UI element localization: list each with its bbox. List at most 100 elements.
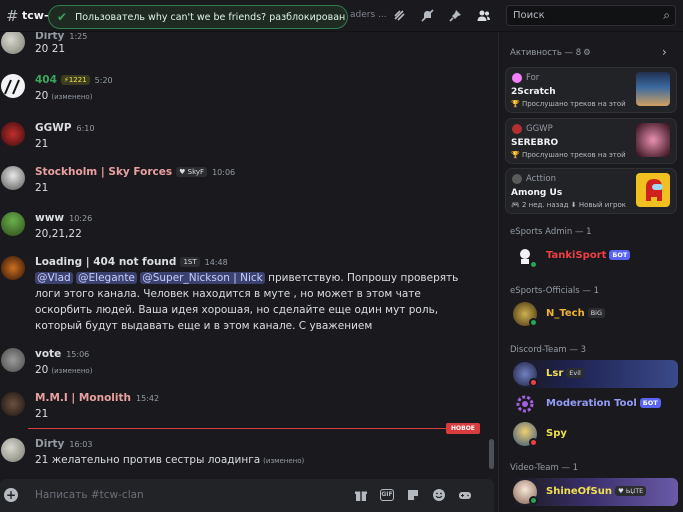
- member-item[interactable]: TankiSport БОТ: [513, 242, 678, 270]
- online-status-icon: [529, 318, 538, 327]
- toast-text: Пользователь why can't we be friends? ра…: [75, 11, 346, 23]
- role-group-header: eSports Admin — 1: [510, 227, 592, 237]
- search-icon: ⌕: [663, 8, 670, 22]
- message: Loading | 404 not found 1ST 14:48 @Vlad @E…: [0, 254, 490, 334]
- gamepad-icon[interactable]: [458, 488, 472, 502]
- check-icon: ✔: [57, 10, 68, 24]
- member-item[interactable]: ShineOfSun ♥ ЬЏТЕ: [513, 478, 678, 506]
- message-text: 20 21: [35, 43, 66, 55]
- message-text: @Vlad @Elegante @Super_Nickson | Nick пр…: [35, 272, 459, 332]
- message: Dirty 16:03 21 желательно против сестры л…: [0, 436, 490, 468]
- header-toolbar: [392, 8, 491, 23]
- activity-user: For: [512, 73, 539, 83]
- member-name: ShineOfSun ♥ ЬЏТЕ: [546, 486, 647, 497]
- chevron-right-icon[interactable]: ›: [662, 45, 667, 59]
- channel-hash-icon: #: [6, 7, 19, 25]
- chat-scrollbar[interactable]: [489, 439, 494, 469]
- search-box[interactable]: ⌕: [506, 5, 676, 26]
- message-text: 20,21,22: [35, 228, 82, 240]
- avatar[interactable]: [1, 74, 25, 98]
- activity-subtitle: 🏆 Прослушано треков на этой: [511, 100, 626, 108]
- message: Stockholm | Sky Forces ♥ SkyF 10:06 21: [0, 164, 490, 196]
- album-art: [636, 72, 670, 106]
- activity-user: GGWP: [512, 124, 553, 134]
- avatar[interactable]: [1, 438, 25, 462]
- avatar[interactable]: [1, 212, 25, 236]
- avatar: [513, 392, 537, 416]
- message-text: 21: [35, 182, 49, 194]
- dnd-status-icon: [529, 378, 538, 387]
- album-art: [636, 123, 670, 157]
- mute-bell-icon[interactable]: [420, 8, 435, 23]
- game-icon: [636, 173, 670, 207]
- activity-title: 2Scratch: [511, 87, 556, 97]
- message-author[interactable]: www 10:26: [35, 212, 92, 224]
- pin-icon[interactable]: [448, 8, 463, 23]
- message-author[interactable]: Dirty 16:03: [35, 438, 92, 450]
- dnd-status-icon: [529, 438, 538, 447]
- user-mention[interactable]: @Elegante: [76, 272, 137, 284]
- user-badge: ♥ SkyF: [176, 167, 208, 177]
- message-input[interactable]: [30, 485, 330, 505]
- top-bar: # tcw-c aders ... ✔ Пользователь why can…: [0, 0, 683, 32]
- avatar[interactable]: [1, 392, 25, 416]
- gift-icon[interactable]: [354, 488, 368, 502]
- member-item[interactable]: Moderation Tool БОТ: [513, 390, 678, 418]
- new-messages-badge: НОВОЕ: [446, 423, 480, 434]
- message-text: 21: [35, 408, 49, 420]
- activity-title: Among Us: [511, 188, 563, 198]
- message: M.M.I | Monolith 15:42 21: [0, 390, 490, 422]
- message-author[interactable]: Loading | 404 not found 1ST 14:48: [35, 256, 228, 268]
- online-status-icon: [529, 496, 538, 505]
- message-text: 20 (изменено): [35, 90, 93, 102]
- avatar: [512, 124, 522, 134]
- gear-icon: ⚙: [583, 48, 591, 58]
- member-item[interactable]: Spy: [513, 420, 678, 448]
- member-name: Moderation Tool БОТ: [546, 398, 661, 409]
- member-name: TankiSport БОТ: [546, 250, 631, 261]
- role-group-header: Video-Team — 1: [510, 463, 579, 473]
- activity-card[interactable]: GGWP SEREBRO 🏆 Прослушано треков на этой: [505, 118, 677, 164]
- avatar[interactable]: [1, 166, 25, 190]
- attach-plus-icon[interactable]: +: [4, 488, 18, 502]
- message: Dirty 1:25 20 21: [0, 32, 490, 58]
- unblock-toast: ✔ Пользователь why can't we be friends? …: [48, 5, 348, 29]
- user-mention[interactable]: @Super_Nickson | Nick: [140, 272, 265, 284]
- user-badge: 1ST: [180, 257, 200, 267]
- message: 404 ⚡1221 5:20 20 (изменено): [0, 72, 490, 104]
- member-item[interactable]: Lsr Evil: [513, 360, 678, 388]
- members-icon[interactable]: [476, 8, 491, 23]
- message-author[interactable]: vote 15:06: [35, 348, 89, 360]
- message-list[interactable]: Dirty 1:25 20 21 404 ⚡1221 5:20 20 (изменено…: [0, 32, 498, 470]
- threads-icon[interactable]: [392, 8, 407, 23]
- online-status-icon: [529, 260, 538, 269]
- message-author[interactable]: GGWP 6:10: [35, 122, 94, 134]
- message-author[interactable]: M.M.I | Monolith 15:42: [35, 392, 159, 404]
- member-item[interactable]: N_Tech BiG: [513, 300, 678, 328]
- user-mention[interactable]: @Vlad: [35, 272, 73, 284]
- activity-subtitle: 🎮 2 нед. назад ⬇ Новый игрок: [511, 201, 626, 209]
- message-author[interactable]: 404 ⚡1221 5:20: [35, 74, 113, 86]
- channel-topic[interactable]: aders ...: [350, 10, 387, 20]
- member-name: N_Tech BiG: [546, 308, 606, 319]
- emoji-icon[interactable]: [432, 488, 446, 502]
- activity-subtitle: 🏆 Прослушано треков на этой: [511, 151, 626, 159]
- activity-title: SEREBRO: [511, 138, 559, 148]
- message: www 10:26 20,21,22: [0, 210, 490, 242]
- activity-card[interactable]: For 2Scratch 🏆 Прослушано треков на этой: [505, 67, 677, 113]
- message-text: 20 (изменено): [35, 364, 93, 376]
- sticker-icon[interactable]: [406, 488, 420, 502]
- message: vote 15:06 20 (изменено): [0, 346, 490, 378]
- avatar: [512, 73, 522, 83]
- avatar[interactable]: [1, 348, 25, 372]
- new-messages-divider: [28, 428, 480, 429]
- avatar[interactable]: [1, 122, 25, 146]
- message-author[interactable]: Stockholm | Sky Forces ♥ SkyF 10:06: [35, 166, 235, 178]
- search-input[interactable]: [507, 6, 652, 25]
- avatar[interactable]: [1, 32, 25, 54]
- avatar[interactable]: [1, 256, 25, 280]
- activity-card[interactable]: Acttion Among Us 🎮 2 нед. назад ⬇ Новый …: [505, 168, 677, 214]
- member-list-panel: Активность — 8 ⚙ › For 2Scratch 🏆 Прослуш…: [499, 32, 683, 512]
- member-name: Lsr Evil: [546, 368, 584, 379]
- gif-icon[interactable]: GIF: [380, 489, 394, 501]
